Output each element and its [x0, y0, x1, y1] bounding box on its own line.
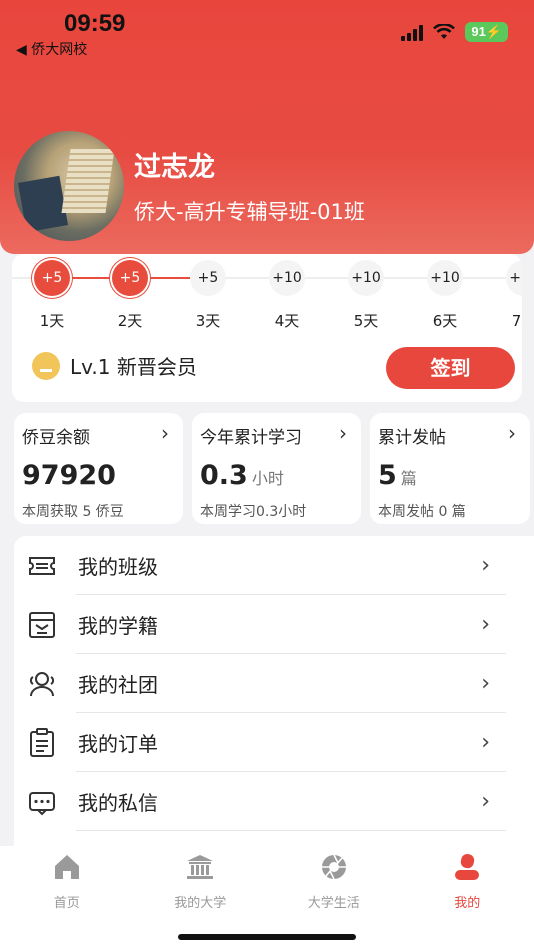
chevron-right-icon: › — [481, 553, 490, 578]
tab-label: 我的 — [454, 896, 481, 911]
menu-item-club[interactable]: 我的社团 › — [14, 654, 534, 713]
tab-label: 大学生活 — [307, 896, 360, 911]
checkin-day-label: 7天 — [511, 312, 522, 330]
menu-item-label: 我的学籍 — [78, 614, 158, 638]
member-level-label: Lv.1 新晋会员 — [70, 355, 197, 379]
checkin-day: +10 4天 — [267, 260, 307, 331]
user-name: 过志龙 — [134, 152, 215, 183]
checkin-day-label: 3天 — [195, 312, 221, 330]
menu-item-class[interactable]: 我的班级 › — [14, 536, 534, 595]
checkin-day: +5 3天 — [188, 260, 228, 331]
tab-label: 我的大学 — [174, 896, 227, 911]
checkin-day: +10 5天 — [346, 260, 386, 331]
stat-subtext: 本周获取 5 侨豆 — [22, 504, 124, 520]
clipboard-icon — [30, 727, 54, 757]
stat-subtext: 本周发帖 0 篇 — [378, 504, 466, 520]
checkin-day: +15 7天 — [504, 260, 522, 331]
checkin-reward-coin: +5 — [34, 260, 70, 296]
back-to-app-link[interactable]: ◀ 侨大网校 — [16, 39, 87, 59]
checkin-reward-coin: +10 — [348, 260, 384, 296]
checkin-day: +5 2天 — [110, 260, 150, 331]
chevron-right-icon: › — [481, 612, 490, 637]
archive-icon — [29, 611, 55, 638]
checkin-day-label: 1天 — [39, 312, 65, 330]
checkin-day: +10 6天 — [425, 260, 465, 331]
chevron-right-icon: › — [161, 421, 169, 445]
checkin-reward-coin: +5 — [112, 260, 148, 296]
checkin-day-label: 5天 — [353, 312, 379, 330]
stat-value: 5篇 — [378, 460, 417, 491]
tab-home[interactable]: 首页 — [0, 846, 134, 950]
menu-item-label: 我的班级 — [78, 555, 158, 579]
status-indicators: 91⚡ — [401, 22, 508, 42]
home-indicator — [178, 934, 356, 940]
checkin-day: +5 1天 — [32, 260, 72, 331]
university-icon — [187, 855, 214, 879]
signin-button[interactable]: 签到 — [386, 347, 515, 389]
member-level: Lv.1 新晋会员 — [32, 351, 197, 380]
chevron-right-icon: › — [508, 421, 516, 445]
menu-item-status[interactable]: 我的学籍 › — [14, 595, 534, 654]
tab-mine[interactable]: 我的 — [401, 846, 534, 950]
menu-item-label: 我的订单 — [78, 732, 158, 756]
battery-indicator: 91⚡ — [465, 22, 508, 42]
menu-list: 我的班级 › 我的学籍 › 我的社团 › 我的订单 › 我的私信 › — [14, 536, 534, 856]
checkin-reward-coin: +10 — [269, 260, 305, 296]
checkin-reward-coin: +5 — [190, 260, 226, 296]
group-icon — [29, 671, 55, 696]
chevron-right-icon: › — [481, 789, 490, 814]
user-class: 侨大-高升专辅导班-01班 — [134, 200, 365, 224]
stat-subtext: 本周学习0.3小时 — [200, 504, 307, 520]
checkin-day-label: 4天 — [274, 312, 300, 330]
stat-value: 0.3 小时 — [200, 460, 284, 491]
menu-item-label: 我的私信 — [78, 791, 158, 815]
checkin-reward-coin: +15 — [506, 260, 522, 296]
checkin-card: +5 1天 +5 2天 +5 3天 +10 4天 +10 5天 +10 6天 +15 7天 Lv.1 新晋… — [12, 254, 522, 402]
stat-card-study[interactable]: 今年累计学习 › 0.3 小时 本周学习0.3小时 — [192, 413, 361, 524]
user-icon — [455, 854, 480, 880]
wifi-icon — [433, 24, 456, 39]
home-icon — [54, 855, 79, 879]
stat-title: 今年累计学习 — [200, 428, 302, 448]
stat-title: 累计发帖 — [378, 428, 446, 448]
menu-item-label: 我的社团 — [78, 673, 158, 697]
stat-title: 侨豆余额 — [22, 428, 90, 448]
stat-card-balance[interactable]: 侨豆余额 › 97920 本周获取 5 侨豆 — [14, 413, 183, 524]
profile-header: 09:59 ◀ 侨大网校 91⚡ 过志龙 侨大-高升专辅导班-01班 — [0, 0, 534, 254]
checkin-day-label: 2天 — [117, 312, 143, 330]
chevron-right-icon: › — [481, 730, 490, 755]
stat-card-posts[interactable]: 累计发帖 › 5篇 本周发帖 0 篇 — [370, 413, 530, 524]
stats-row: 侨豆余额 › 97920 本周获取 5 侨豆 今年累计学习 › 0.3 小时 本周… — [14, 413, 530, 524]
checkin-day-label: 6天 — [432, 312, 458, 330]
chevron-right-icon: › — [339, 421, 347, 445]
avatar[interactable] — [14, 131, 124, 241]
cellular-signal-icon — [401, 24, 424, 41]
status-time: 09:59 — [64, 10, 126, 37]
stat-value: 97920 — [22, 460, 116, 491]
crown-icon — [32, 351, 60, 380]
tab-label: 首页 — [53, 896, 80, 911]
message-icon — [29, 791, 55, 815]
checkin-reward-coin: +10 — [427, 260, 463, 296]
menu-item-messages[interactable]: 我的私信 › — [14, 772, 534, 831]
ticket-icon — [29, 556, 55, 575]
chevron-right-icon: › — [481, 671, 490, 696]
aperture-icon — [321, 854, 346, 880]
menu-item-orders[interactable]: 我的订单 › — [14, 713, 534, 772]
